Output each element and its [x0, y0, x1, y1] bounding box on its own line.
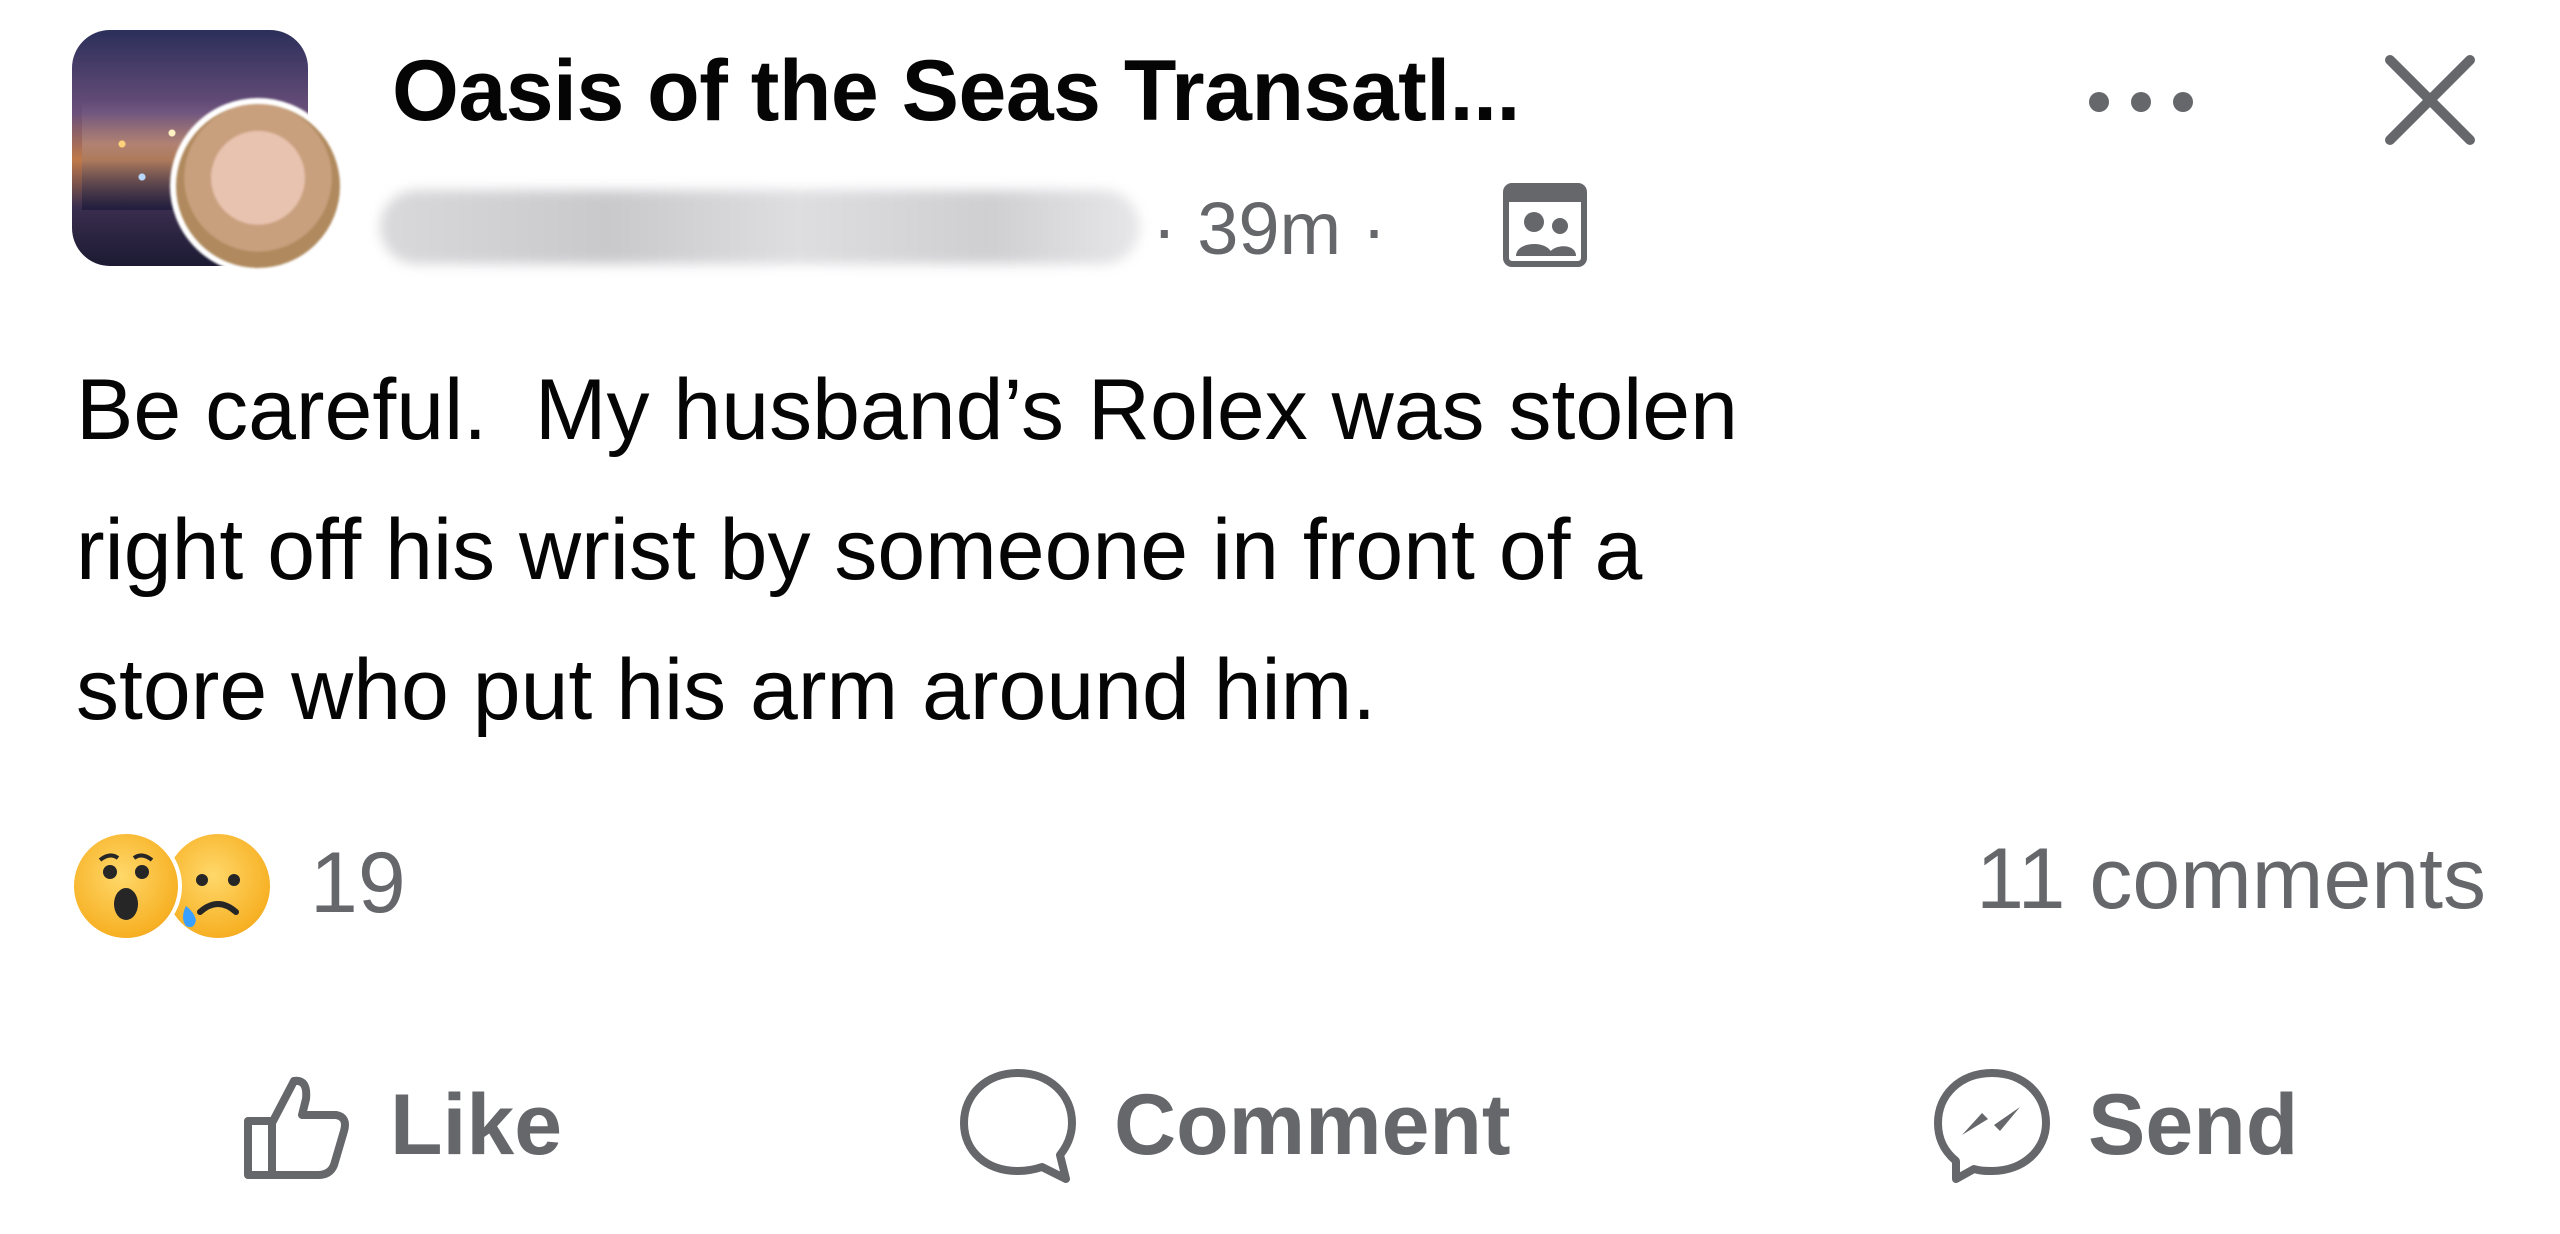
- group-name-link[interactable]: Oasis of the Seas Transatl...: [392, 42, 1520, 141]
- comment-label: Comment: [1114, 1076, 1511, 1173]
- post-meta: · 39m ·: [380, 180, 1630, 270]
- more-options-button[interactable]: [2085, 82, 2197, 122]
- comment-button[interactable]: Comment: [956, 1050, 1511, 1200]
- wow-reaction-icon: [70, 830, 182, 942]
- speech-bubble-icon: [960, 1069, 1076, 1183]
- author-name-redacted[interactable]: [380, 190, 1140, 264]
- group-members-icon: [1503, 183, 1587, 267]
- send-button[interactable]: Send: [1930, 1050, 2298, 1200]
- group-avatar[interactable]: [72, 30, 346, 274]
- thumbs-up-icon: [244, 1076, 349, 1179]
- like-button[interactable]: Like: [236, 1050, 562, 1200]
- post-card: Oasis of the Seas Transatl... · 39m · Be…: [0, 0, 2560, 1234]
- post-timestamp[interactable]: · 39m ·: [1152, 186, 1386, 271]
- action-bar: Like Comment Send: [0, 1050, 2560, 1200]
- reactions-summary[interactable]: 19: [70, 830, 570, 942]
- timestamp-text: 39m: [1197, 187, 1342, 270]
- messenger-icon: [1934, 1069, 2050, 1183]
- meta-separator: ·: [1361, 187, 1387, 270]
- comments-count-link[interactable]: 11 comments: [1976, 830, 2486, 929]
- post-body-text: Be careful. My husband’s Rolex was stole…: [76, 362, 1738, 738]
- like-label: Like: [390, 1076, 563, 1173]
- author-avatar[interactable]: [170, 98, 346, 274]
- send-label: Send: [2088, 1076, 2299, 1173]
- close-icon[interactable]: [2380, 50, 2480, 150]
- reaction-count: 19: [310, 835, 406, 931]
- meta-separator: ·: [1152, 187, 1177, 270]
